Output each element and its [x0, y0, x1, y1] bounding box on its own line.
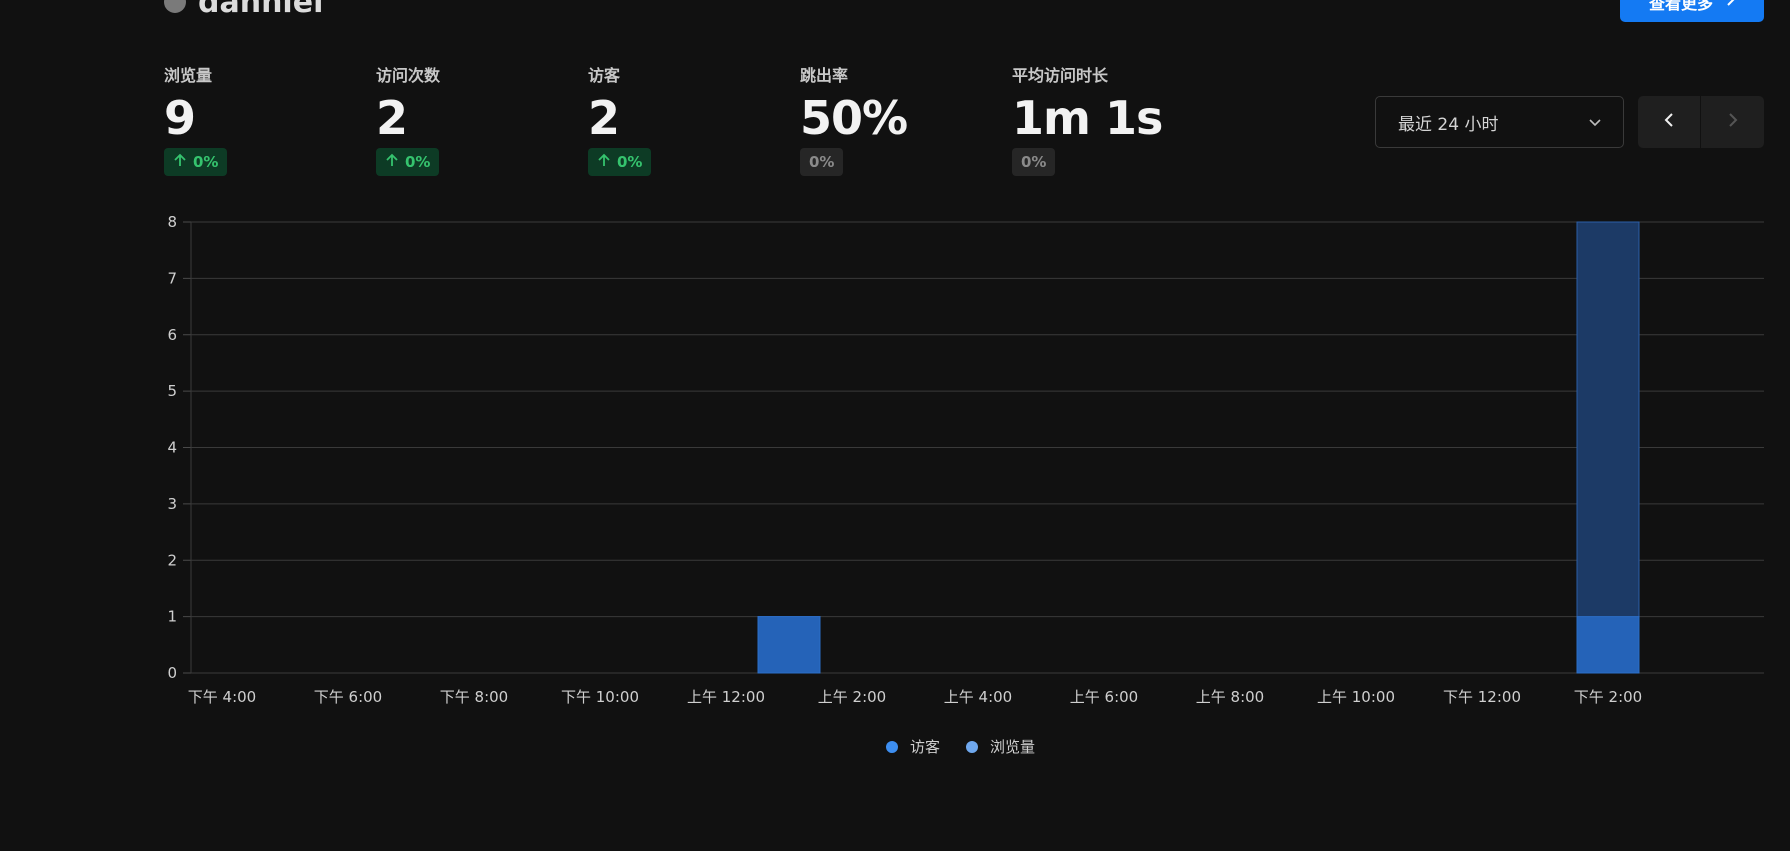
- x-tick-label: 上午 2:00: [818, 688, 886, 706]
- x-tick-label: 上午 12:00: [687, 688, 765, 706]
- x-tick-label: 下午 8:00: [440, 688, 508, 706]
- y-tick-label: 7: [167, 269, 177, 287]
- x-tick-label: 下午 6:00: [314, 688, 382, 706]
- analytics-page: danniel 查看更多 浏览量 9 0% 访问次数 2 0% 访客 2 0% …: [0, 0, 1790, 851]
- x-tick-label: 下午 2:00: [1574, 688, 1642, 706]
- x-tick-label: 上午 6:00: [1070, 688, 1138, 706]
- y-tick-label: 4: [167, 439, 177, 457]
- y-tick-label: 6: [167, 326, 177, 344]
- legend-label: 浏览量: [990, 738, 1036, 756]
- y-tick-label: 2: [167, 551, 177, 569]
- y-tick-label: 3: [167, 495, 177, 513]
- x-tick-label: 下午 12:00: [1443, 688, 1521, 706]
- bar-visitors: [1576, 616, 1640, 674]
- y-tick-label: 8: [167, 213, 177, 231]
- x-tick-label: 上午 10:00: [1317, 688, 1395, 706]
- y-tick-label: 1: [167, 608, 177, 626]
- legend-dot-icon: [886, 740, 898, 753]
- bar-pageviews: [1576, 221, 1640, 674]
- legend-item-pageviews[interactable]: 浏览量: [966, 736, 1035, 757]
- bar-visitors: [757, 616, 821, 674]
- x-tick-label: 上午 8:00: [1196, 688, 1264, 706]
- legend-dot-icon: [966, 740, 979, 753]
- legend-item-visitors[interactable]: 访客: [886, 736, 940, 757]
- y-tick-label: 0: [167, 664, 177, 682]
- chart-legend: 访客 浏览量: [886, 736, 1035, 757]
- traffic-chart: 0 1 2 3 4 5 6 7 8 下午 4:00 下午 6:00 下午 8:00 下午 10:00 上午…: [167, 213, 1764, 706]
- x-tick-label: 上午 4:00: [944, 688, 1012, 706]
- x-tick-label: 下午 10:00: [561, 688, 639, 706]
- x-tick-label: 下午 4:00: [188, 688, 256, 706]
- y-tick-label: 5: [167, 382, 177, 400]
- legend-label: 访客: [910, 738, 941, 756]
